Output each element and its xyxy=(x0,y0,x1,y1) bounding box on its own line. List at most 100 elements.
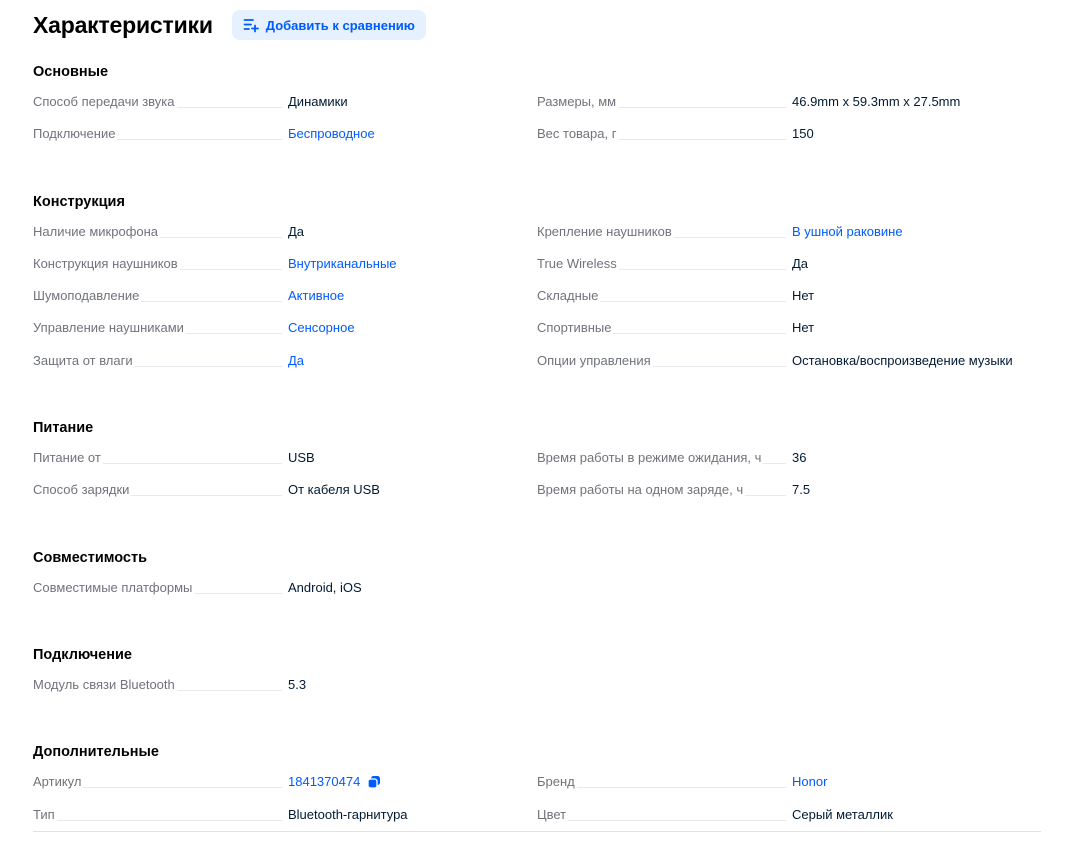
spec-name-label: Бренд xyxy=(537,774,575,790)
spec-value: Нет xyxy=(792,287,814,304)
spec-value-text: В ушной раковине xyxy=(792,223,903,239)
spec-section: Подключение Модуль связи Bluetooth 5.3 xyxy=(33,645,1041,708)
dotted-leader xyxy=(141,301,282,303)
spec-value-text: От кабеля USB xyxy=(288,482,380,498)
section-rows: Способ передачи звука Динамики Подключение… xyxy=(33,93,1041,158)
spec-row: Способ передачи звука Динамики xyxy=(33,93,537,125)
spec-name: Способ зарядки xyxy=(33,481,288,498)
spec-row: Цвет Серый металлик xyxy=(537,806,1041,838)
section-rows: Модуль связи Bluetooth 5.3 xyxy=(33,676,1041,708)
spec-name: Крепление наушников xyxy=(537,223,792,240)
spec-name: Конструкция наушников xyxy=(33,255,288,272)
add-to-compare-button[interactable]: Добавить к сравнению xyxy=(231,10,426,40)
spec-name-label: Наличие микрофона xyxy=(33,223,159,239)
spec-name-label: Тип xyxy=(33,806,55,822)
spec-row: Время работы в режиме ожидания, ч 36 xyxy=(537,449,1041,481)
spec-value-text: Нет xyxy=(792,288,815,304)
section-rows: Наличие микрофона Да Конструкция наушников… xyxy=(33,223,1041,384)
spec-value: 7.5 xyxy=(792,481,810,498)
spec-name: Артикул xyxy=(33,773,288,790)
spec-value: 5.3 xyxy=(288,676,306,693)
page-title: Характеристики xyxy=(33,11,213,38)
spec-value-text: USB xyxy=(288,450,315,466)
spec-row: Складные Нет xyxy=(537,287,1041,319)
spec-value-text: Да xyxy=(288,352,305,368)
dotted-leader xyxy=(618,268,786,270)
spec-value-text: Да xyxy=(792,255,809,271)
dotted-leader xyxy=(618,107,786,108)
spec-name: Способ передачи звука xyxy=(33,93,288,110)
dotted-leader xyxy=(160,236,282,238)
spec-name-label: Защита от влаги xyxy=(33,352,133,368)
spec-value-link[interactable]: Сенсорное xyxy=(288,319,355,336)
spec-name-label: Подключение xyxy=(33,126,116,142)
spec-name: Питание от xyxy=(33,449,288,466)
spec-row: Бренд Honor xyxy=(537,773,1041,805)
spec-value-text: Активное xyxy=(288,288,345,304)
spec-value-text: Беспроводное xyxy=(288,126,375,142)
section-title: Питание xyxy=(33,420,94,437)
spec-value-link[interactable]: Беспроводное xyxy=(288,125,375,142)
spec-section: Конструкция Наличие микрофона Да Конструкци… xyxy=(33,192,1041,384)
spec-column-right xyxy=(537,676,1041,708)
spec-name-label: Питание от xyxy=(33,450,101,466)
dotted-leader xyxy=(185,333,282,335)
spec-column-left: Артикул 1841370474 Тип Bluetooth-гарнитура xyxy=(33,773,537,838)
spec-value-link[interactable]: Активное xyxy=(288,287,344,304)
spec-value-link[interactable]: Honor xyxy=(792,773,827,790)
spec-column-right: Бренд Honor Цвет Серый металлик xyxy=(537,773,1041,838)
spec-row: Крепление наушников В ушной раковине xyxy=(537,223,1041,255)
spec-column-left: Способ передачи звука Динамики Подключение… xyxy=(33,93,537,158)
spec-name-label: Время работы в режиме ожидания, ч xyxy=(537,450,762,466)
section-rows: Артикул 1841370474 Тип Bluetooth-гарнитура Б… xyxy=(33,773,1041,838)
spec-row: Модуль связи Bluetooth 5.3 xyxy=(33,676,537,708)
add-to-compare-label: Добавить к сравнению xyxy=(265,17,415,33)
spec-value-text: Динамики xyxy=(288,94,348,109)
spec-value-text: 1841370474 xyxy=(288,774,361,790)
spec-name-label: Размеры, мм xyxy=(537,94,617,109)
spec-value-link[interactable]: Внутриканальные xyxy=(288,255,397,272)
spec-value: Bluetooth-гарнитура xyxy=(288,806,408,823)
dotted-leader xyxy=(176,689,282,691)
spec-name-label: Опции управления xyxy=(537,352,651,368)
copy-icon[interactable] xyxy=(367,775,381,789)
spec-name-label: Артикул xyxy=(33,774,82,790)
spec-name: Вес товара, г xyxy=(537,125,792,142)
spec-column-left: Совместимые платформы Android, iOS xyxy=(33,579,537,611)
spec-name: Модуль связи Bluetooth xyxy=(33,676,288,693)
spec-value: 150 xyxy=(792,125,814,142)
spec-value-text: 7.5 xyxy=(792,482,811,498)
spec-value-link[interactable]: В ушной раковине xyxy=(792,223,903,240)
spec-row: Время работы на одном заряде, ч 7.5 xyxy=(537,481,1041,513)
spec-row: Шумоподавление Активное xyxy=(33,287,537,319)
spec-column-left: Модуль связи Bluetooth 5.3 xyxy=(33,676,537,708)
spec-name-label: Спортивные xyxy=(537,320,612,336)
spec-value-text: Внутриканальные xyxy=(288,255,397,271)
spec-row: Тип Bluetooth-гарнитура xyxy=(33,806,537,838)
spec-name-label: Конструкция наушников xyxy=(33,255,178,271)
spec-name-label: Совместимые платформы xyxy=(33,579,193,595)
dotted-leader xyxy=(176,107,282,108)
spec-value-text: Honor xyxy=(792,774,828,790)
spec-name: Защита от влаги xyxy=(33,352,288,369)
spec-value-text: Серый металлик xyxy=(792,806,893,822)
spec-name-label: Управление наушниками xyxy=(33,320,184,336)
spec-value-text: Нет xyxy=(792,320,815,336)
spec-name: Управление наушниками xyxy=(33,319,288,336)
spec-column-left: Питание от USB Способ зарядки От кабеля USB xyxy=(33,449,537,514)
spec-row: Спортивные Нет xyxy=(537,319,1041,351)
spec-value: Динамики xyxy=(288,93,348,110)
spec-value-text: 46.9mm x 59.3mm x 27.5mm xyxy=(792,94,961,109)
spec-name: Время работы на одном заряде, ч xyxy=(537,481,792,498)
spec-name-label: True Wireless xyxy=(537,255,617,271)
spec-name: Складные xyxy=(537,287,792,304)
spec-value-link[interactable]: Да xyxy=(288,352,304,369)
dotted-leader xyxy=(134,365,282,367)
spec-value-text: 150 xyxy=(792,126,814,142)
spec-row: Опции управления Остановка/воспроизведени… xyxy=(537,352,1041,384)
spec-value-link[interactable]: 1841370474 xyxy=(288,773,381,790)
spec-row: Наличие микрофона Да xyxy=(33,223,537,255)
characteristics-page: Характеристики Добавить к сравнению Осно… xyxy=(33,0,1041,841)
characteristics-header: Характеристики Добавить к сравнению xyxy=(33,9,426,41)
spec-value: От кабеля USB xyxy=(288,481,380,498)
